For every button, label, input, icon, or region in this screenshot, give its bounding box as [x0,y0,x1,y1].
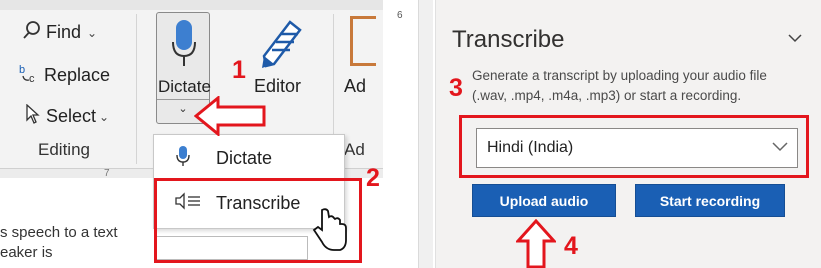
ribbon-top-strip [0,0,383,10]
mouse-pointer-icon [312,208,348,259]
transcribe-task-pane: Transcribe Generate a transcript by uplo… [436,0,821,268]
svg-text:c: c [29,73,35,84]
search-icon [18,20,46,45]
addins-button[interactable]: Ad [344,76,366,97]
editing-group-label: Editing [38,140,90,159]
pane-title: Transcribe [452,26,565,53]
select-button[interactable]: Select ⌄ [18,103,110,129]
document-text-line-2: eaker is [0,244,53,261]
menu-item-dictate-label: Dictate [216,148,273,168]
annotation-number-1: 1 [232,56,246,84]
replace-icon: bc [16,62,44,89]
editor-pen-icon [256,16,306,77]
find-label: Find [46,22,82,42]
start-recording-button[interactable]: Start recording [635,184,785,217]
document-edge: 6 [388,0,436,268]
group-separator [136,14,137,164]
pane-description: Generate a transcript by uploading your … [472,68,767,103]
page-number: 6 [397,10,403,21]
replace-button[interactable]: bc Replace [16,62,110,89]
vertical-ruler [418,0,433,268]
dictate-label: Dictate [158,77,211,96]
annotation-arrow-step-1 [193,94,268,141]
svg-text:b: b [19,64,25,76]
upload-audio-button[interactable]: Upload audio [472,184,616,217]
annotation-number-4: 4 [564,232,578,260]
microphone-icon [176,145,202,172]
find-button[interactable]: Find ⌄ [18,20,97,45]
annotation-number-3: 3 [449,74,463,102]
chevron-down-icon: ⌄ [99,109,110,124]
annotation-number-2: 2 [366,164,380,192]
highlight-box-step-3 [459,115,809,178]
annotation-arrow-step-4 [514,218,558,268]
editor-button[interactable]: Editor [254,76,301,97]
select-cursor-icon [18,103,46,129]
transcribe-panel: 6 Transcribe Generate a transcript by up… [388,0,821,268]
addins-group-label: Ad [344,140,365,159]
dictate-dropdown-chevron-icon[interactable]: ⌄ [176,102,190,115]
word-ribbon-panel: Find ⌄ bc Replace Select ⌄ Editing Dicta… [0,0,383,268]
select-label: Select [46,106,97,126]
menu-item-dictate[interactable]: Dictate [176,145,272,172]
collapse-chevron-icon[interactable] [788,30,802,48]
document-text-line-1: s speech to a text [0,224,118,241]
addins-icon [350,16,376,66]
replace-label: Replace [44,65,111,85]
chevron-down-icon: ⌄ [87,25,98,40]
microphone-icon [170,18,198,75]
